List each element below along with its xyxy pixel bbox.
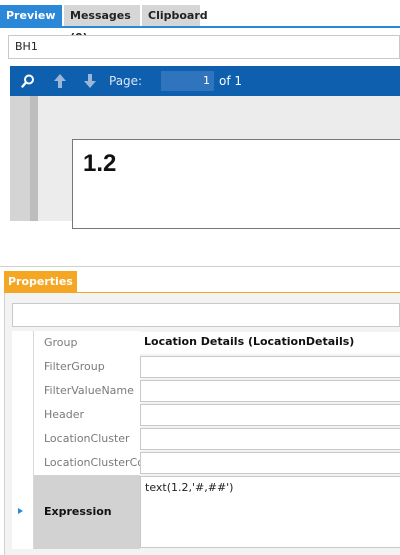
tab-preview[interactable]: Preview — [0, 5, 62, 27]
property-value-locationcluster[interactable] — [140, 428, 400, 450]
tab-underline — [0, 26, 400, 28]
preview-margin — [10, 96, 30, 221]
tab-properties[interactable]: Properties — [4, 271, 77, 293]
property-value-group[interactable]: Location Details (LocationDetails) — [140, 332, 400, 354]
property-grid: Group Location Details (LocationDetails)… — [12, 331, 400, 549]
property-row-header[interactable]: Header — [12, 403, 400, 427]
page-label: Page: — [109, 74, 143, 88]
property-name: LocationClusterCo — [34, 451, 140, 475]
properties-search-input[interactable] — [12, 303, 400, 327]
property-row-filtervaluename[interactable]: FilterValueName — [12, 379, 400, 403]
report-name-field[interactable]: BH1 — [8, 35, 400, 59]
property-value-locationclusterco[interactable] — [140, 452, 400, 474]
property-row-filtergroup[interactable]: FilterGroup — [12, 355, 400, 379]
tab-messages[interactable]: Messages (0) — [64, 5, 140, 44]
report-preview-area: 1.2 — [10, 96, 400, 229]
row-gutter — [12, 451, 34, 475]
property-name: LocationCluster — [34, 427, 140, 451]
row-gutter — [12, 475, 34, 549]
current-row-arrow-icon — [18, 508, 23, 514]
row-gutter — [12, 331, 34, 355]
property-name: Expression — [34, 475, 140, 549]
property-row-locationcluster[interactable]: LocationCluster — [12, 427, 400, 451]
property-row-locationclusterco[interactable]: LocationClusterCo — [12, 451, 400, 475]
property-value-filtervaluename[interactable] — [140, 380, 400, 402]
report-value: 1.2 — [83, 150, 117, 177]
property-name: Header — [34, 403, 140, 427]
viewer-toolbar: Page: 1 of 1 — [10, 66, 400, 96]
splitter[interactable] — [0, 266, 400, 267]
preview-margin-shadow — [30, 96, 38, 221]
arrow-down-icon[interactable] — [79, 66, 101, 96]
property-name: FilterGroup — [34, 355, 140, 379]
tab-clipboard[interactable]: Clipboard — [142, 5, 208, 27]
row-gutter — [12, 403, 34, 427]
row-gutter — [12, 355, 34, 379]
property-value-header[interactable] — [140, 404, 400, 426]
property-row-expression[interactable]: Expression text(1.2,'#,##') — [12, 475, 400, 549]
arrow-up-icon[interactable] — [49, 66, 71, 96]
property-value-filtergroup[interactable] — [140, 356, 400, 378]
property-name: Group — [34, 331, 140, 355]
property-name: FilterValueName — [34, 379, 140, 403]
row-gutter — [12, 379, 34, 403]
property-row-group[interactable]: Group Location Details (LocationDetails) — [12, 331, 400, 355]
page-number-input[interactable]: 1 — [161, 71, 214, 91]
row-gutter — [12, 427, 34, 451]
report-page: 1.2 — [72, 139, 400, 229]
page-total: of 1 — [219, 74, 243, 88]
top-tab-bar: Preview Messages (0) Clipboard — [0, 5, 400, 44]
properties-tab-underline — [4, 292, 400, 293]
property-value-expression[interactable]: text(1.2,'#,##') — [140, 476, 400, 548]
search-icon[interactable] — [17, 66, 39, 96]
